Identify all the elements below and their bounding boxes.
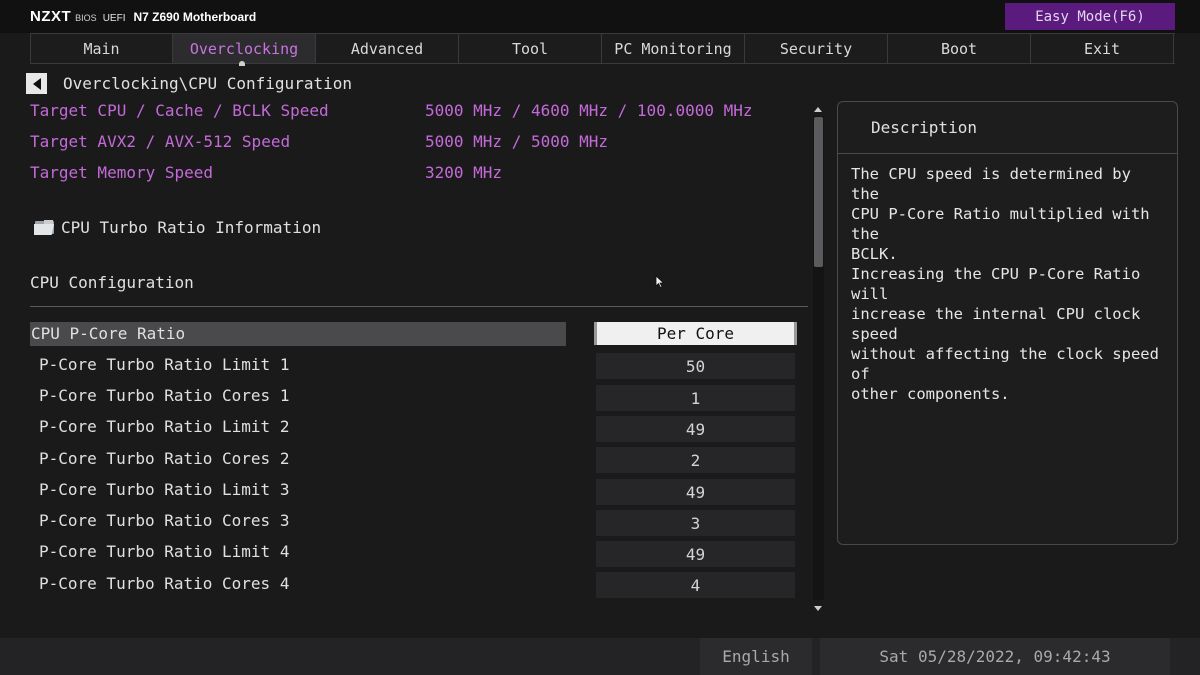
target-cpu-label: Target CPU / Cache / BCLK Speed — [30, 101, 329, 120]
setting-value[interactable]: 4 — [596, 572, 795, 598]
setting-value[interactable]: 50 — [596, 353, 795, 379]
section-divider — [30, 306, 808, 307]
motherboard-model: N7 Z690 Motherboard — [133, 10, 257, 24]
setting-value[interactable]: 49 — [596, 416, 795, 442]
setting-label[interactable]: P-Core Turbo Ratio Cores 2 — [39, 449, 289, 468]
setting-label[interactable]: P-Core Turbo Ratio Limit 2 — [39, 417, 289, 436]
language-selector[interactable]: English — [700, 638, 812, 675]
folder-icon — [34, 220, 55, 235]
setting-label[interactable]: P-Core Turbo Ratio Cores 3 — [39, 511, 289, 530]
nzxt-logo: NZXT — [30, 8, 72, 25]
tab-pc-monitoring[interactable]: PC Monitoring — [602, 34, 745, 63]
top-bar: NZXT BIOS UEFI N7 Z690 Motherboard Easy … — [0, 0, 1200, 33]
brand-uefi-label: UEFI — [102, 13, 126, 24]
submenu-cpu-turbo-ratio-info[interactable]: CPU Turbo Ratio Information — [34, 218, 321, 237]
submenu-label: CPU Turbo Ratio Information — [61, 218, 322, 237]
scroll-up-arrow-icon[interactable] — [814, 107, 822, 112]
breadcrumb-path: Overclocking\CPU Configuration — [63, 74, 352, 93]
brand: NZXT BIOS UEFI N7 Z690 Motherboard — [30, 8, 256, 25]
description-panel: Description The CPU speed is determined … — [837, 101, 1178, 545]
setting-value[interactable]: 1 — [596, 385, 795, 411]
setting-value-cpu-p-core-ratio[interactable]: Per Core — [594, 322, 797, 345]
setting-value[interactable]: 49 — [596, 479, 795, 505]
target-cpu-value: 5000 MHz / 4600 MHz / 100.0000 MHz — [425, 101, 753, 120]
brand-bios-label: BIOS — [75, 13, 97, 23]
tab-overclocking[interactable]: Overclocking — [173, 34, 316, 66]
tab-boot[interactable]: Boot — [888, 34, 1031, 63]
setting-label[interactable]: P-Core Turbo Ratio Cores 4 — [39, 574, 289, 593]
setting-label[interactable]: P-Core Turbo Ratio Limit 1 — [39, 355, 289, 374]
setting-label[interactable]: P-Core Turbo Ratio Cores 1 — [39, 386, 289, 405]
section-title: CPU Configuration — [30, 273, 194, 292]
scroll-down-arrow-icon[interactable] — [814, 606, 822, 611]
setting-label[interactable]: P-Core Turbo Ratio Limit 4 — [39, 542, 289, 561]
description-title: Description — [838, 102, 1177, 154]
target-avx-label: Target AVX2 / AVX-512 Speed — [30, 132, 291, 151]
mouse-cursor-icon — [655, 275, 665, 289]
tab-tool[interactable]: Tool — [459, 34, 602, 63]
setting-value[interactable]: 3 — [596, 510, 795, 536]
tab-exit[interactable]: Exit — [1031, 34, 1174, 63]
target-memory-value: 3200 MHz — [425, 163, 503, 182]
back-arrow-icon — [32, 77, 41, 90]
setting-label-cpu-p-core-ratio[interactable]: CPU P-Core Ratio — [31, 324, 185, 343]
main-tab-bar: Main Overclocking Advanced Tool PC Monit… — [30, 33, 1175, 66]
bottom-bar: English Sat 05/28/2022, 09:42:43 — [0, 638, 1200, 675]
description-text: The CPU speed is determined by the CPU P… — [851, 165, 1159, 403]
target-memory-label: Target Memory Speed — [30, 163, 214, 182]
target-avx-value: 5000 MHz / 5000 MHz — [425, 132, 609, 151]
setting-value[interactable]: 49 — [596, 541, 795, 567]
easy-mode-button[interactable]: Easy Mode(F6) — [1005, 3, 1175, 30]
tab-security[interactable]: Security — [745, 34, 888, 63]
setting-value[interactable]: 2 — [596, 447, 795, 473]
tab-advanced[interactable]: Advanced — [316, 34, 459, 63]
tab-main[interactable]: Main — [30, 34, 173, 63]
setting-label[interactable]: P-Core Turbo Ratio Limit 3 — [39, 480, 289, 499]
date-time: Sat 05/28/2022, 09:42:43 — [820, 638, 1170, 675]
breadcrumb: Overclocking\CPU Configuration — [26, 73, 352, 94]
scrollbar-thumb[interactable] — [814, 117, 823, 267]
back-button[interactable] — [26, 73, 47, 94]
